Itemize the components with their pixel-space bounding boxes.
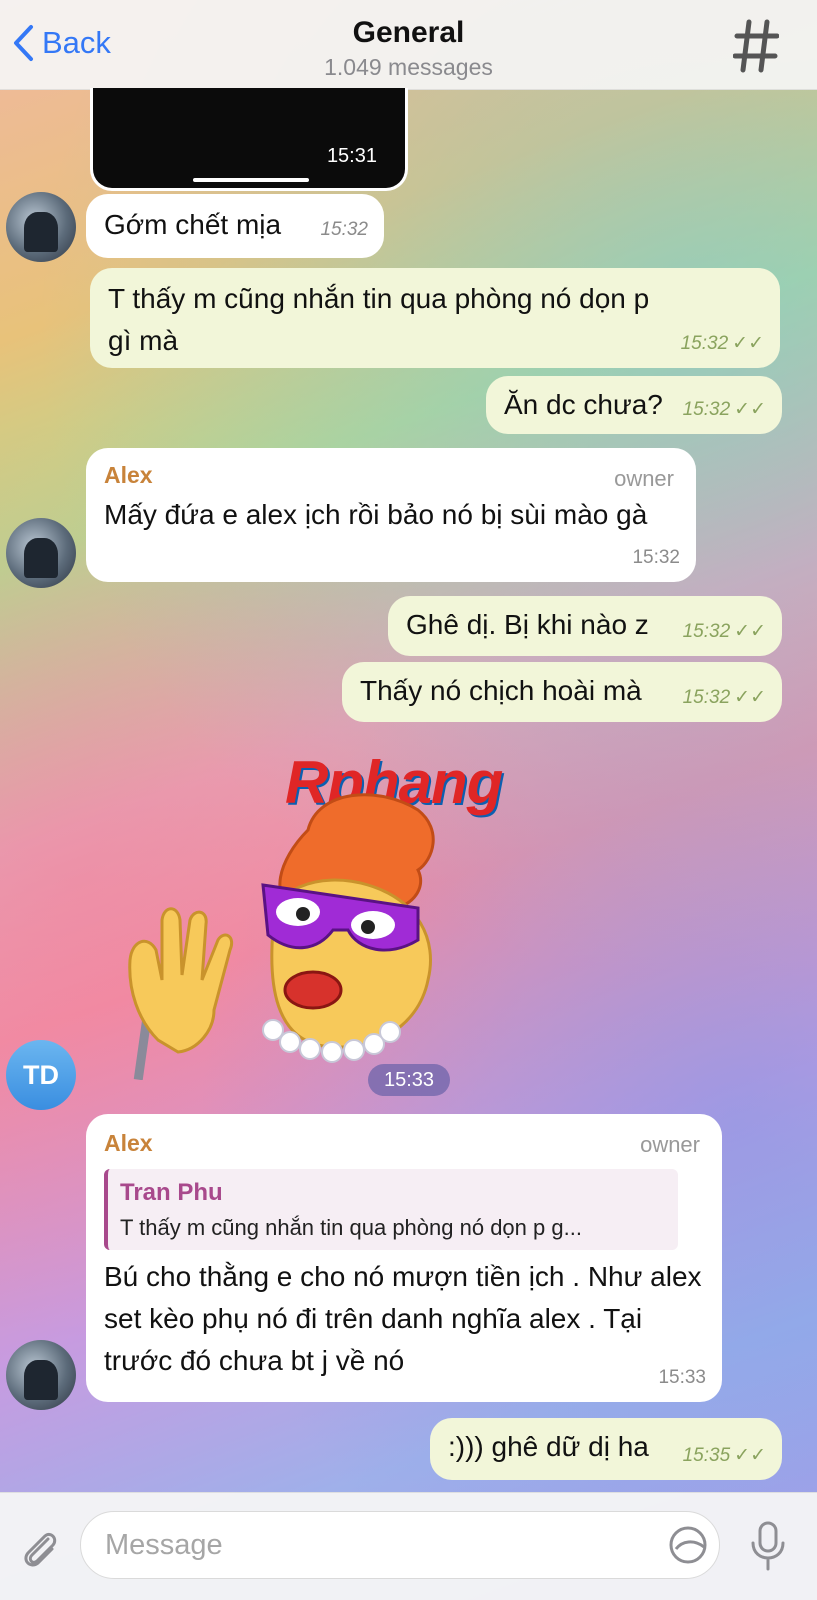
message-input[interactable] (80, 1511, 720, 1579)
message-time: 15:32 (632, 546, 680, 568)
double-check-icon: ✓✓ (734, 620, 766, 642)
sender-name[interactable]: Alex (104, 1126, 704, 1161)
microphone-icon[interactable] (748, 1519, 788, 1573)
message-text: Mấy đứa e alex ịch rồi bảo nó bị sùi mào… (104, 498, 648, 530)
message-time: 15:35 (682, 1444, 731, 1466)
message-time: 15:33 (658, 1366, 706, 1388)
hashtag-icon[interactable] (733, 18, 779, 74)
message-time: 15:32 (680, 332, 729, 354)
composer-bar (0, 1492, 817, 1600)
owner-badge: owner (640, 1132, 700, 1157)
message-time: 15:32 (682, 398, 731, 420)
outgoing-message[interactable]: Thấy nó chịch hoài mà 15:32 ✓✓ (342, 662, 782, 722)
video-message[interactable]: 15:31 (90, 88, 408, 191)
avatar-td[interactable]: TD (6, 1040, 76, 1110)
sticker-time: 15:33 (368, 1064, 450, 1096)
double-check-icon: ✓✓ (732, 332, 764, 354)
message-text: Gớm chết mịa (104, 209, 282, 240)
owner-badge: owner (614, 466, 674, 491)
message-time: 15:31 (326, 145, 377, 167)
message-count: 1.049 messages (324, 54, 493, 80)
avatar[interactable] (6, 1340, 76, 1410)
chat-title[interactable]: General (0, 16, 817, 50)
sender-name[interactable]: Alex (104, 458, 678, 493)
incoming-message[interactable]: Alex owner Mấy đứa e alex ịch rồi bảo nó… (86, 448, 696, 582)
message-status: 15:32 ✓✓ (683, 396, 766, 425)
message-time: 15:32 (682, 620, 731, 642)
reply-text: T thấy m cũng nhắn tin qua phòng nó dọn … (120, 1214, 582, 1240)
message-text: Bú cho thằng e cho nó mượn tiền ịch . Nh… (104, 1260, 702, 1376)
message-text: T thấy m cũng nhắn tin qua phòng nó dọn … (108, 283, 650, 356)
message-status: 15:35 ✓✓ (683, 1442, 766, 1471)
outgoing-message[interactable]: Ăn dc chưa? 15:32 ✓✓ (486, 376, 782, 434)
message-status: 15:32 ✓✓ (681, 330, 764, 359)
incoming-message[interactable]: Gớm chết mịa 15:32 (86, 194, 384, 258)
double-check-icon: ✓✓ (734, 398, 766, 420)
message-time: 15:32 (682, 686, 731, 708)
avatar[interactable] (6, 192, 76, 262)
message-time: 15:32 (320, 218, 368, 240)
message-text: :))) ghê dữ dị ha (448, 1431, 649, 1462)
message-text: Ăn dc chưa? (504, 389, 663, 420)
message-status: 15:32 ✓✓ (683, 618, 766, 647)
paperclip-icon[interactable] (18, 1527, 62, 1571)
double-check-icon: ✓✓ (734, 686, 766, 708)
outgoing-message[interactable]: :))) ghê dữ dị ha 15:35 ✓✓ (430, 1418, 782, 1480)
reply-sender: Tran Phu (120, 1178, 223, 1206)
sticker-image[interactable] (118, 790, 448, 1080)
avatar[interactable] (6, 518, 76, 588)
double-check-icon: ✓✓ (734, 1444, 766, 1466)
message-text: Thấy nó chịch hoài mà (360, 675, 642, 706)
incoming-message[interactable]: Alex owner Tran Phu T thấy m cũng nhắn t… (86, 1114, 722, 1402)
reply-preview[interactable]: Tran Phu T thấy m cũng nhắn tin qua phòn… (104, 1168, 678, 1250)
outgoing-message[interactable]: Ghê dị. Bị khi nào z 15:32 ✓✓ (388, 596, 782, 656)
message-status: 15:32 ✓✓ (683, 684, 766, 713)
message-text: Ghê dị. Bị khi nào z (406, 609, 649, 640)
sticker-icon[interactable] (668, 1525, 708, 1565)
video-progress-bar (193, 178, 309, 182)
chat-header: Back General 1.049 messages (0, 0, 817, 90)
outgoing-message[interactable]: T thấy m cũng nhắn tin qua phòng nó dọn … (90, 268, 780, 368)
